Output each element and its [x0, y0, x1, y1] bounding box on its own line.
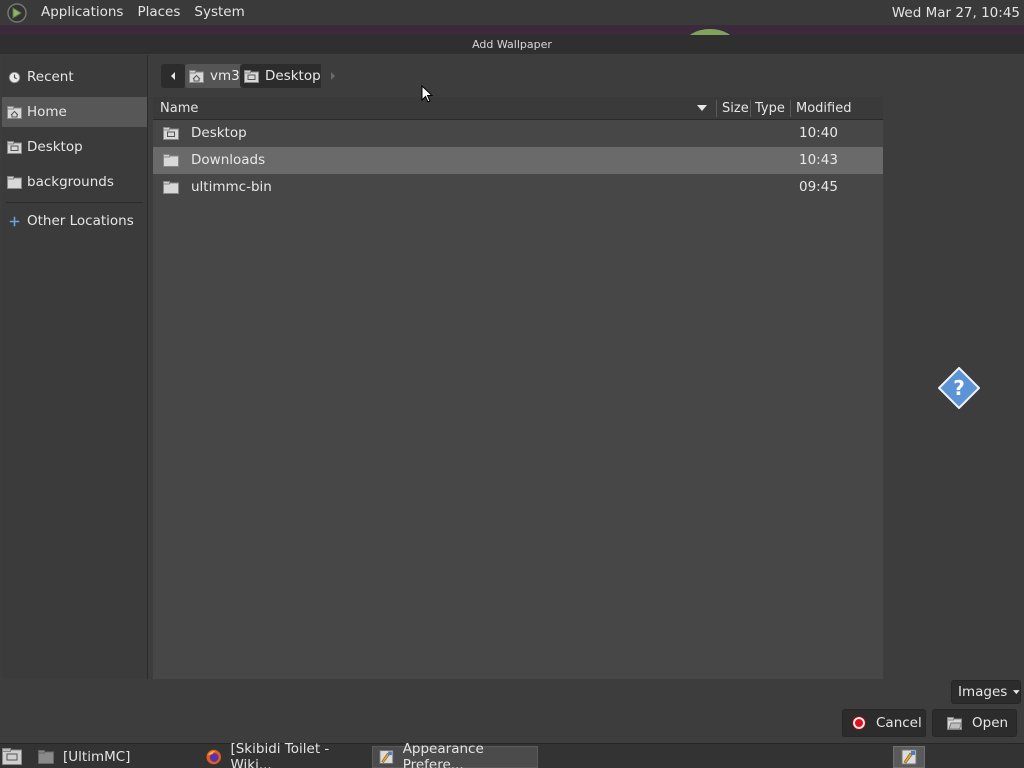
file-name: Downloads [191, 152, 266, 168]
places-sidebar: Recent Home Desktop backgrounds Other Lo… [2, 55, 148, 679]
file-name: Desktop [191, 125, 247, 141]
taskbar-item-label: [UltimMC] [63, 749, 131, 765]
dialog-action-area: Images Cancel Open [0, 679, 1024, 743]
file-row-ultimmc-bin[interactable]: ultimmc-bin 09:45 [153, 174, 883, 201]
path-back-button[interactable] [161, 64, 185, 88]
column-divider [716, 100, 717, 117]
bottom-panel: [UltimMC] [Skibidi Toilet - Wiki... Appe… [0, 741, 1024, 768]
taskbar-item-ultimmc[interactable]: [UltimMC] [32, 746, 198, 768]
folder-icon [163, 154, 179, 167]
sidebar-item-backgrounds[interactable]: backgrounds [2, 167, 147, 197]
taskbar-item-appearance[interactable]: Appearance Prefere... [372, 741, 538, 768]
folder-icon [163, 181, 179, 194]
show-desktop-icon[interactable] [2, 748, 22, 765]
appearance-icon [901, 749, 917, 765]
cancel-button[interactable]: Cancel [842, 709, 926, 737]
file-row-downloads[interactable]: Downloads 10:43 [153, 147, 883, 174]
path-forward-button[interactable] [321, 64, 345, 88]
file-modified: 09:45 [799, 179, 838, 195]
column-name-header[interactable]: Name [160, 97, 198, 120]
column-modified-header[interactable]: Modified [796, 97, 851, 120]
desktop-strip [0, 25, 1024, 35]
sidebar-item-recent[interactable]: Recent [2, 62, 147, 92]
file-row-desktop[interactable]: Desktop 10:40 [153, 120, 883, 147]
file-filter-label: Images [958, 684, 1008, 700]
mate-logo-icon[interactable] [7, 2, 27, 23]
workspace-switcher[interactable] [893, 746, 925, 768]
svg-text:?: ? [953, 376, 965, 400]
path-crumb-label: vm3 [210, 68, 240, 84]
desktop-folder-icon [163, 127, 179, 140]
sidebar-item-label: Home [27, 104, 67, 120]
mouse-pointer-icon [421, 85, 433, 103]
chevron-right-icon [331, 72, 335, 80]
home-folder-icon [7, 105, 22, 119]
clock[interactable]: Wed Mar 27, 10:45 [892, 5, 1020, 21]
sidebar-item-label: Desktop [27, 139, 83, 155]
column-type-header[interactable]: Type [755, 97, 785, 120]
preview-pane: ? [883, 97, 1024, 679]
path-crumb-desktop[interactable]: Desktop [240, 64, 327, 88]
cancel-icon [852, 716, 866, 730]
desktop-folder-icon [7, 140, 22, 154]
system-menu[interactable]: System [187, 0, 251, 25]
applications-menu[interactable]: Applications [34, 0, 130, 25]
file-modified: 10:40 [799, 125, 838, 141]
folder-icon [7, 175, 22, 189]
sidebar-item-other-locations[interactable]: Other Locations [2, 211, 147, 231]
sidebar-separator [6, 202, 143, 203]
recent-icon [8, 71, 21, 83]
sort-down-icon[interactable] [697, 105, 707, 112]
file-filter-dropdown[interactable]: Images [951, 680, 1021, 704]
path-crumb-vm3[interactable]: vm3 [185, 64, 246, 88]
column-divider [750, 100, 751, 117]
column-size-header[interactable]: Size [722, 97, 749, 120]
question-mark-icon: ? [938, 367, 980, 409]
desktop-folder-icon [244, 69, 259, 83]
open-label: Open [972, 715, 1009, 731]
path-bar: vm3 Desktop [153, 55, 1024, 97]
taskbar-item-label: [Skibidi Toilet - Wiki... [230, 741, 330, 768]
top-panel: Applications Places System Wed Mar 27, 1… [0, 0, 1024, 25]
taskbar-item-firefox[interactable]: [Skibidi Toilet - Wiki... [200, 741, 370, 768]
cancel-label: Cancel [876, 715, 922, 731]
appearance-icon [379, 750, 394, 764]
sidebar-item-home[interactable]: Home [2, 97, 147, 127]
file-list: Name Size Type Modified Desktop 10:40 Do… [153, 97, 883, 679]
open-button[interactable]: Open [932, 709, 1017, 737]
chevron-left-icon [171, 72, 175, 80]
path-crumb-label: Desktop [265, 68, 321, 84]
dialog-title[interactable]: Add Wallpaper [0, 35, 1024, 54]
sidebar-item-desktop[interactable]: Desktop [2, 132, 147, 162]
add-wallpaper-dialog: Add Wallpaper Recent Home Desktop backgr… [0, 35, 1024, 743]
sidebar-item-label: Other Locations [27, 213, 134, 229]
places-menu[interactable]: Places [130, 0, 187, 25]
sidebar-item-label: Recent [27, 69, 74, 85]
file-modified: 10:43 [799, 152, 838, 168]
column-divider [790, 100, 791, 117]
home-folder-icon [189, 69, 204, 83]
sidebar-item-label: backgrounds [27, 174, 114, 190]
taskbar-item-label: Appearance Prefere... [402, 741, 484, 768]
folder-icon [38, 750, 54, 764]
plus-icon [9, 216, 20, 226]
file-list-header: Name Size Type Modified [153, 97, 883, 120]
chevron-down-icon [1013, 689, 1020, 694]
open-folder-icon [947, 716, 962, 730]
file-name: ultimmc-bin [191, 179, 272, 195]
firefox-icon [206, 749, 221, 765]
